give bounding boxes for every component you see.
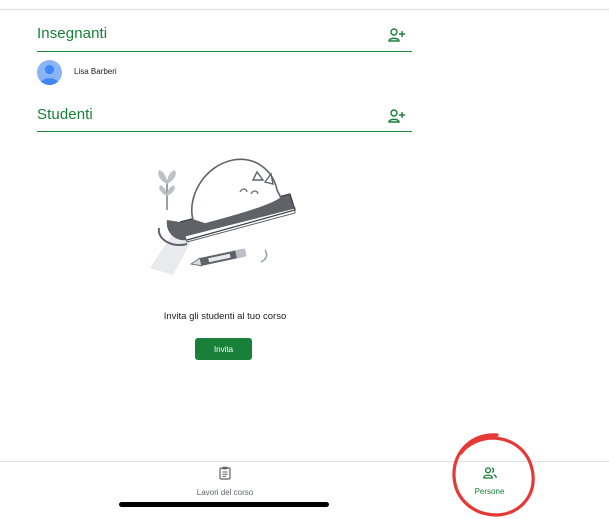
bottom-nav-divider [0,461,609,462]
avatar[interactable] [37,60,62,85]
person-add-icon [388,109,405,123]
teachers-section-title: Insegnanti [37,25,108,42]
nav-label-people: Persone [474,487,505,496]
add-teacher-button[interactable] [388,27,406,43]
teacher-name: Lisa Barberi [74,67,117,76]
nav-item-coursework[interactable]: Lavori del corso [170,466,280,497]
home-indicator [119,502,329,507]
empty-state-message: Invita gli studenti al tuo corso [163,311,287,322]
nav-label-coursework: Lavori del corso [196,488,254,497]
person-add-icon [388,28,405,42]
nav-item-people[interactable]: Persone [447,466,532,496]
invite-button[interactable]: Invita [195,338,252,360]
teachers-divider [37,51,412,52]
top-divider [0,9,609,10]
person-icon [40,64,59,85]
add-student-button[interactable] [388,108,406,124]
clipboard-icon [219,466,231,480]
students-divider [37,131,412,132]
cat-on-book-illustration [150,158,296,275]
students-section-title: Studenti [37,106,93,123]
people-icon [482,467,497,479]
